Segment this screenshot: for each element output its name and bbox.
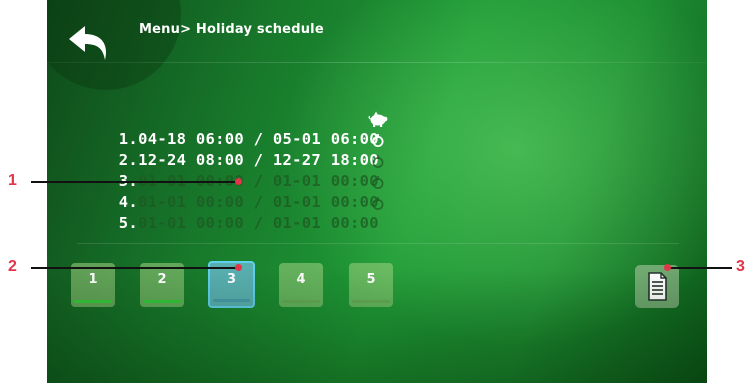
slot-used-indicator	[282, 300, 320, 303]
back-button[interactable]	[65, 22, 113, 64]
callout-line-3	[670, 267, 732, 269]
content-divider	[77, 243, 679, 244]
callout-dot-1	[235, 178, 242, 185]
callout-label-2: 2	[8, 258, 17, 275]
controller-screen: Menu> Holiday schedule 1.04-18 06:00 / 0…	[47, 0, 707, 383]
slot-label: 5	[366, 272, 376, 287]
schedule-row-5[interactable]: 5.01-01 00:00 / 01-01 00:00	[61, 192, 384, 232]
callout-line-2	[31, 267, 238, 269]
standby-icon	[372, 176, 384, 189]
standby-icon	[372, 134, 384, 147]
slot-label: 1	[88, 272, 98, 287]
back-arrow-icon	[69, 26, 107, 60]
callout-dot-3	[664, 264, 671, 271]
standby-icon	[372, 197, 384, 210]
schedule-row-index: 5.	[118, 214, 139, 232]
slot-used-indicator	[74, 300, 112, 303]
document-icon	[648, 272, 667, 301]
header-divider	[47, 62, 707, 63]
schedule-row-2[interactable]: 2.12-24 08:00 / 12-27 18:00	[61, 129, 384, 169]
schedule-row-1[interactable]: 1.04-18 06:00 / 05-01 06:00	[61, 108, 388, 148]
slot-button-1[interactable]: 1	[71, 263, 115, 307]
slot-label: 4	[296, 272, 306, 287]
slot-used-indicator	[143, 300, 181, 303]
holiday-schedule-list: 1.04-18 06:00 / 05-01 06:00 2.12-24 08:0…	[61, 108, 388, 232]
edit-document-button[interactable]	[635, 265, 679, 308]
slot-button-4[interactable]: 4	[279, 263, 323, 307]
slot-used-indicator	[352, 300, 390, 303]
breadcrumb: Menu> Holiday schedule	[139, 22, 324, 37]
standby-icon	[372, 155, 384, 168]
callout-label-3: 3	[736, 258, 745, 275]
callout-label-1: 1	[8, 172, 17, 189]
callout-line-1	[31, 181, 238, 183]
schedule-row-period: 01-01 00:00 / 01-01 00:00	[138, 214, 379, 232]
slot-used-indicator	[213, 299, 250, 302]
slot-button-2[interactable]: 2	[140, 263, 184, 307]
schedule-row-3[interactable]: 3.01-01 00:00 / 01-01 00:00	[61, 150, 384, 190]
slot-label: 3	[226, 272, 237, 287]
callout-dot-2	[235, 264, 242, 271]
economy-piggy-icon	[368, 111, 388, 127]
slot-button-5[interactable]: 5	[349, 263, 393, 307]
slot-label: 2	[157, 272, 167, 287]
